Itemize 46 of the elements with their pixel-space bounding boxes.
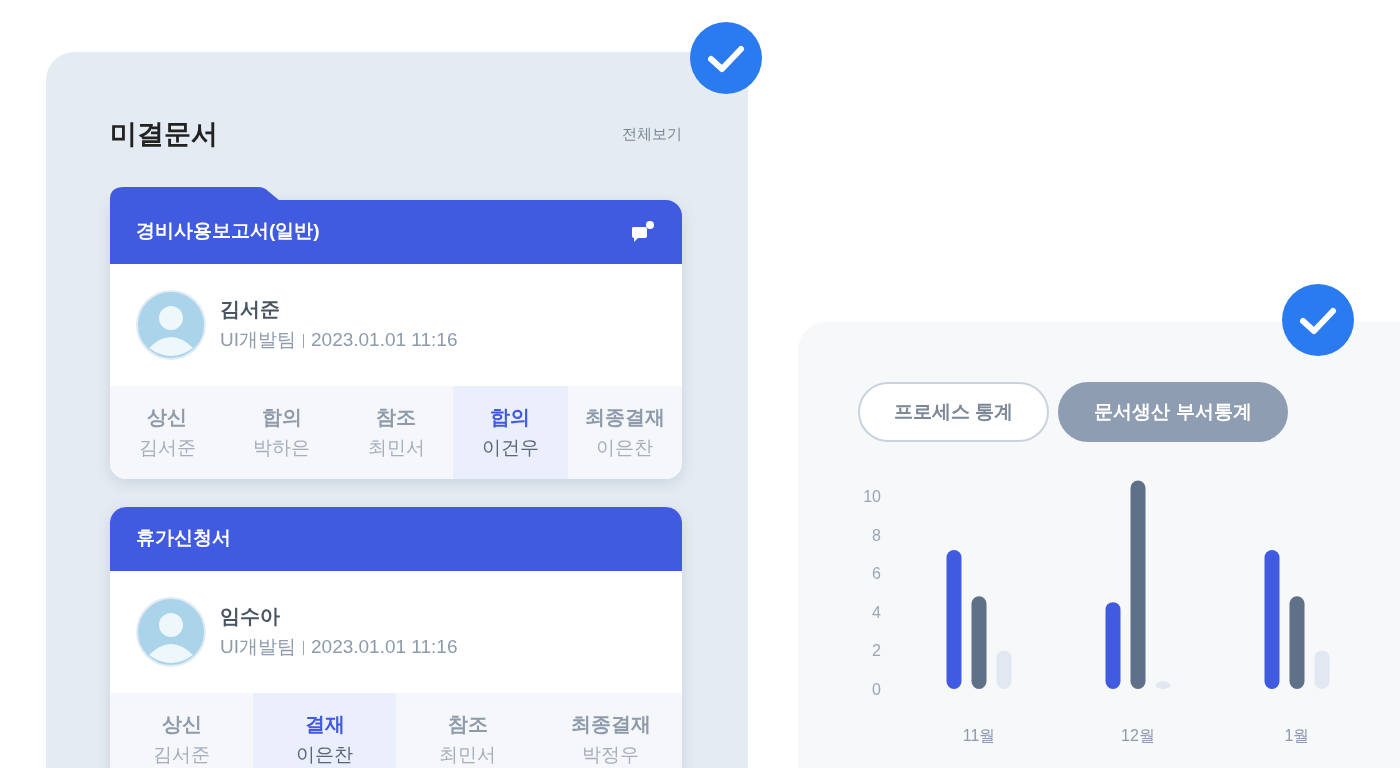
step-person: 김서준 [153, 742, 210, 767]
step-person: 이건우 [481, 435, 539, 460]
step-person: 김서준 [138, 435, 196, 460]
section-title: 미결문서 [110, 118, 218, 151]
x-tick-label: 12월 [1121, 727, 1155, 744]
timestamp: 2023.01.01 11:16 [311, 635, 458, 660]
statistics-tab[interactable]: 문서생산 부서통계 [1058, 382, 1288, 442]
step-label: 참조 [447, 711, 488, 737]
approval-step[interactable]: 합의 이건우 [453, 385, 568, 479]
step-label: 최종결재 [584, 404, 665, 430]
document-title: 휴가신청서 [136, 526, 231, 551]
y-tick-label: 0 [872, 681, 881, 698]
document-card[interactable]: 휴가신청서 임수아 UI개발팀 2023.01.01 11:16 상신 김서준 결재 이은찬 참조 최민서 최종결재 박정우 [110, 506, 682, 768]
step-person: 박정우 [582, 742, 639, 767]
approval-step[interactable]: 결재 이은찬 [253, 692, 396, 768]
step-person: 박하은 [253, 435, 311, 460]
avatar [136, 596, 206, 667]
x-tick-label: 11월 [962, 727, 996, 744]
step-label: 합의 [261, 404, 302, 430]
step-person: 이은찬 [296, 742, 353, 767]
y-tick-label: 4 [872, 603, 881, 621]
y-tick-label: 6 [872, 565, 881, 583]
step-label: 상신 [147, 404, 188, 430]
step-label: 참조 [376, 404, 416, 430]
timestamp: 2023.01.01 11:16 [311, 328, 458, 353]
step-label: 결재 [304, 711, 345, 737]
step-label: 상신 [161, 711, 202, 737]
y-tick-label: 10 [863, 488, 881, 505]
statistics-tab[interactable]: 프로세스 통계 [858, 382, 1050, 442]
step-person: 최민서 [439, 742, 496, 767]
y-tick-label: 8 [872, 526, 881, 544]
step-label: 최종결재 [570, 711, 651, 737]
document-title: 경비사용보고서(일반) [136, 219, 320, 244]
view-all-link[interactable]: 전체보기 [622, 123, 682, 146]
step-label: 합의 [490, 404, 531, 430]
step-person: 최민서 [367, 435, 425, 460]
y-tick-label: 2 [872, 642, 881, 660]
document-card[interactable]: 경비사용보고서(일반) 김서준 UI개발팀 2023.01.01 11:16 상신 김서준 합의 박하은 참조 최민서 합의 이건우 최종결재 이은찬 [110, 199, 682, 479]
step-person: 이은찬 [596, 435, 654, 460]
author-name: 김서준 [220, 297, 281, 323]
avatar [136, 289, 206, 360]
team-name: UI개발팀 [220, 328, 296, 353]
team-name: UI개발팀 [220, 635, 296, 660]
chat-notification-icon[interactable] [630, 220, 654, 243]
author-name: 임수아 [220, 604, 281, 630]
x-tick-label: 1월 [1284, 727, 1310, 744]
